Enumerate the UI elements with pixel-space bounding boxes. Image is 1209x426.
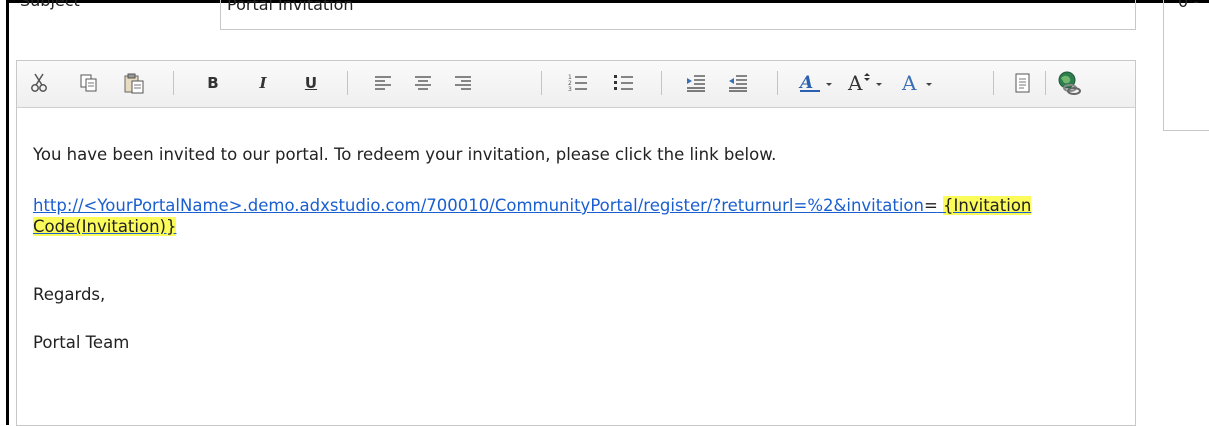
font-size-icon[interactable]: A <box>845 69 887 97</box>
html-source-icon[interactable] <box>1011 69 1035 97</box>
toolbar-separator <box>1045 71 1046 95</box>
regards-text: Regards, <box>33 285 106 304</box>
svg-text:A: A <box>901 72 917 94</box>
paste-icon[interactable] <box>121 69 147 97</box>
hyperlink-icon[interactable] <box>1055 69 1083 97</box>
underline-button[interactable]: U <box>301 69 321 97</box>
toolbar-separator <box>661 71 662 95</box>
subject-label: Subject <box>20 0 80 10</box>
equals-sign: = <box>923 196 938 215</box>
subject-value: Portal Invitation <box>227 0 354 14</box>
invitation-link[interactable]: http://<YourPortalName>.demo.adxstudio.c… <box>33 196 924 215</box>
invitation-link-paragraph: http://<YourPortalName>.demo.adxstudio.c… <box>33 195 1033 237</box>
body-intro-text: You have been invited to our portal. To … <box>33 145 777 164</box>
svg-text:3: 3 <box>568 86 572 93</box>
side-panel-text: 0 - <box>1178 0 1200 11</box>
subject-input[interactable]: Portal Invitation <box>220 0 1136 30</box>
indent-icon[interactable] <box>683 69 709 97</box>
numbered-list-icon[interactable]: 1 2 3 <box>565 69 591 97</box>
side-panel: 0 - <box>1163 0 1209 131</box>
toolbar-separator <box>541 71 542 95</box>
italic-button[interactable]: I <box>253 69 273 97</box>
outdent-icon[interactable] <box>725 69 751 97</box>
bulleted-list-icon[interactable] <box>611 69 637 97</box>
copy-icon[interactable] <box>77 69 101 97</box>
toolbar-separator <box>777 71 778 95</box>
toolbar-separator <box>993 71 994 95</box>
bold-button[interactable]: B <box>203 69 223 97</box>
align-right-icon[interactable] <box>451 69 475 97</box>
font-color-icon[interactable]: A <box>899 69 941 97</box>
email-editor[interactable]: B I U 1 2 3 A A A You have been invited … <box>16 60 1136 426</box>
cut-icon[interactable] <box>27 69 51 97</box>
toolbar-separator <box>173 71 174 95</box>
window-left-border <box>6 0 9 425</box>
font-size-glyph: A <box>847 72 863 94</box>
toolbar-separator <box>347 71 348 95</box>
highlight-icon[interactable]: A <box>797 69 837 97</box>
align-left-icon[interactable] <box>371 69 395 97</box>
editor-toolbar: B I U 1 2 3 A A A <box>17 61 1135 108</box>
signature-text: Portal Team <box>33 333 130 352</box>
align-center-icon[interactable] <box>411 69 435 97</box>
